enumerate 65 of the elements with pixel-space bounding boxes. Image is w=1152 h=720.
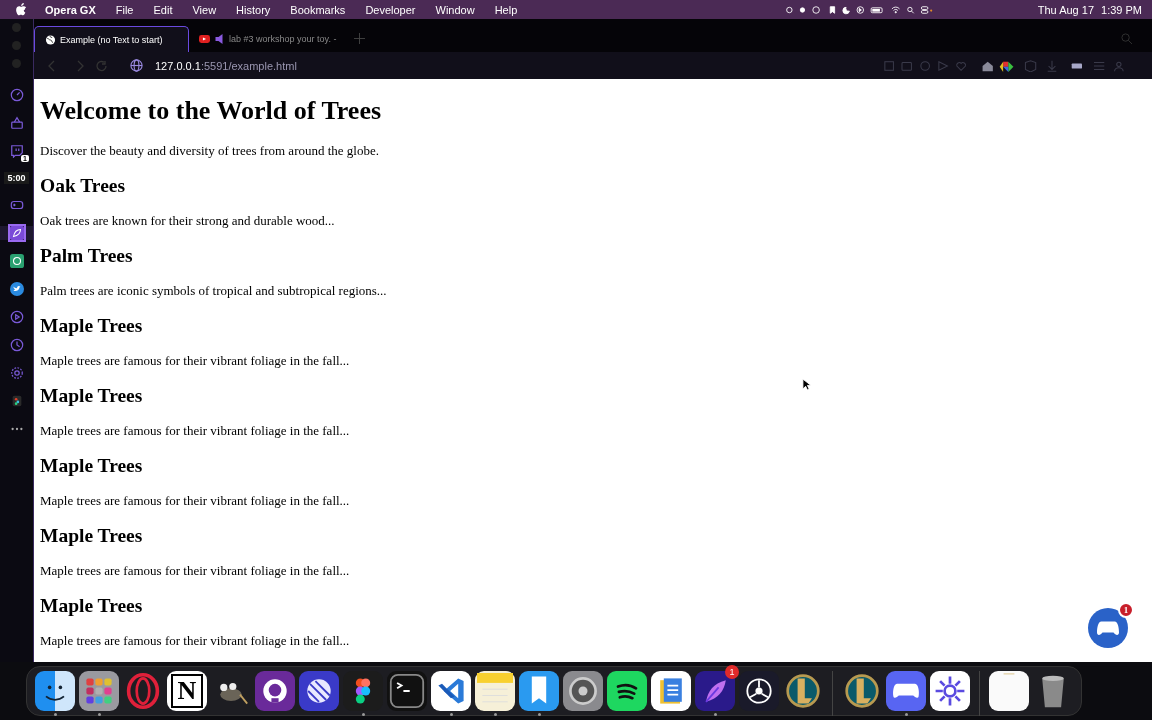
paragraph: Maple trees are famous for their vibrant foliage in the fall... — [40, 633, 350, 649]
gamepad-icon[interactable] — [886, 671, 926, 711]
browser-tab[interactable]: Example (no Text to start) — [34, 26, 189, 52]
url-field[interactable]: 127.0.0.1:5591/example.html — [155, 59, 297, 72]
apple-icon[interactable] — [15, 3, 27, 16]
bag-icon[interactable] — [9, 116, 24, 130]
waves-icon[interactable] — [607, 671, 647, 711]
rocket-icon[interactable] — [9, 226, 24, 240]
smiling-face-icon[interactable] — [35, 671, 75, 711]
app-grid-icon[interactable] — [79, 671, 119, 711]
gamepad-button[interactable] — [1088, 608, 1128, 648]
date-text: Thu Aug 17 — [1037, 3, 1095, 16]
gauge-icon[interactable] — [9, 88, 24, 102]
play-icon[interactable] — [9, 310, 24, 324]
timer-text[interactable]: 5:00 — [4, 172, 29, 184]
globe-icon[interactable] — [130, 59, 143, 72]
paragraph: Maple trees are famous for their vibrant foliage in the fall... — [40, 563, 350, 579]
pages-icon[interactable] — [651, 671, 691, 711]
browser-tab[interactable]: lab #3 workshop your toy. - — [189, 26, 344, 52]
app-menu[interactable]: Opera GX — [45, 3, 96, 16]
paragraph: Maple trees are famous for their vibrant foliage in the fall... — [40, 423, 350, 439]
speaker-icon — [214, 34, 225, 44]
time-text: 1:39 PM — [1101, 3, 1142, 16]
section-heading: Maple Trees — [40, 385, 143, 407]
cursor-icon — [802, 378, 811, 391]
letter-tile-icon[interactable]: N — [167, 671, 207, 711]
paragraph: Maple trees are famous for their vibrant foliage in the fall... — [40, 353, 350, 369]
menu-item[interactable]: Developer — [365, 3, 416, 16]
feather-icon[interactable] — [695, 671, 735, 711]
bird-icon[interactable] — [9, 282, 24, 296]
video-icon — [199, 34, 210, 44]
settings-icon[interactable] — [563, 671, 603, 711]
menu-item[interactable]: Help — [494, 3, 518, 16]
section-heading: Maple Trees — [40, 455, 143, 477]
count-badge: 1 — [725, 665, 739, 679]
chat-icon[interactable] — [9, 144, 24, 158]
clock-icon[interactable] — [9, 338, 24, 352]
globe-icon — [45, 34, 56, 45]
burst-icon[interactable] — [930, 671, 970, 711]
section-heading: Palm Trees — [40, 245, 133, 267]
section-heading: Maple Trees — [40, 525, 143, 547]
menu-item[interactable]: View — [192, 3, 217, 16]
count-badge: 1 — [1118, 602, 1134, 618]
section-heading: Maple Trees — [40, 595, 143, 617]
paragraph: Discover the beauty and diversity of trees from around the globe. — [40, 143, 379, 159]
bookmark-icon[interactable] — [519, 671, 559, 711]
menu-item[interactable]: Window — [435, 3, 475, 16]
chevron-icon[interactable] — [431, 671, 471, 711]
paragraph: Maple trees are famous for their vibrant foliage in the fall... — [40, 493, 350, 509]
blank-page-icon[interactable] — [989, 671, 1029, 711]
page-heading: Welcome to the World of Trees — [40, 96, 382, 126]
menu-item[interactable]: History — [236, 3, 271, 16]
menu-item[interactable]: Edit — [153, 3, 173, 16]
paragraph: Palm trees are iconic symbols of tropical and subtropical regions... — [40, 283, 387, 299]
crest-icon[interactable] — [783, 671, 823, 711]
section-heading: Oak Trees — [40, 175, 126, 197]
paragraph: Oak trees are known for their strong and durable wood... — [40, 213, 335, 229]
gamepad-icon — [1097, 620, 1119, 636]
crest-icon[interactable] — [842, 671, 882, 711]
section-heading: Maple Trees — [40, 315, 143, 337]
dots-icon[interactable] — [343, 671, 383, 711]
menu-item[interactable]: File — [115, 3, 134, 16]
note-icon[interactable] — [475, 671, 515, 711]
menu-item[interactable]: Bookmarks — [290, 3, 346, 16]
terminal-icon[interactable] — [387, 671, 427, 711]
